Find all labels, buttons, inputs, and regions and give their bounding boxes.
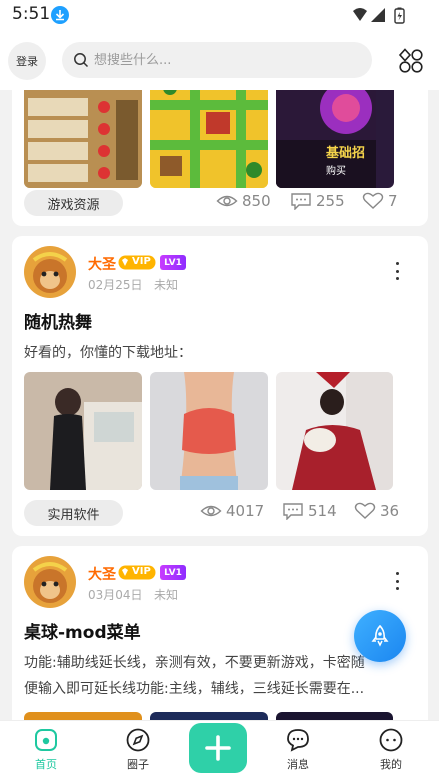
author-name[interactable]: 大圣 bbox=[88, 564, 116, 584]
level-badge: LV1 bbox=[160, 255, 186, 270]
login-button[interactable]: 登录 bbox=[8, 42, 46, 80]
view-count: 850 bbox=[216, 192, 271, 210]
bottom-nav: 首页 圈子 消息 我的 bbox=[0, 720, 439, 780]
plus-icon bbox=[205, 735, 231, 761]
eye-icon bbox=[200, 505, 222, 517]
nav-item-circle[interactable]: 圈子 bbox=[108, 727, 168, 777]
nav-item-profile[interactable]: 我的 bbox=[361, 727, 421, 777]
compass-icon bbox=[126, 728, 150, 752]
post-images: 基础招 购买 bbox=[24, 90, 394, 188]
post-image[interactable]: 基础招 购买 bbox=[276, 90, 394, 188]
add-post-button[interactable] bbox=[189, 723, 247, 773]
author-name[interactable]: 大圣 bbox=[88, 254, 116, 274]
post-title[interactable]: 随机热舞 bbox=[24, 308, 92, 333]
top-bar: 登录 bbox=[0, 30, 439, 90]
eye-icon bbox=[216, 195, 238, 207]
message-icon bbox=[287, 729, 309, 752]
system-status-icons bbox=[351, 6, 411, 24]
post-title[interactable]: 桌球-mod菜单 bbox=[24, 618, 141, 643]
post-images bbox=[24, 372, 393, 490]
nav-label: 我的 bbox=[380, 758, 402, 771]
comment-count-value: 514 bbox=[308, 502, 337, 520]
post-body-line[interactable]: 便输入即可延长线功能:主线，辅线，三线延长需要在... bbox=[24, 676, 416, 702]
post-body-line[interactable]: 功能:辅助线延长线，亲测有效，不要更新游戏，卡密随 bbox=[24, 650, 416, 676]
search-input[interactable] bbox=[94, 42, 364, 78]
post-location: 未知 bbox=[154, 588, 179, 602]
post-location: 未知 bbox=[154, 278, 179, 292]
nav-label: 首页 bbox=[35, 758, 57, 771]
post-date: 03月04日 bbox=[88, 588, 143, 602]
download-icon bbox=[51, 6, 69, 24]
vip-badge: VIP bbox=[118, 565, 156, 580]
view-count: 4017 bbox=[200, 502, 264, 520]
signal-icon bbox=[371, 8, 385, 22]
post-image[interactable] bbox=[150, 712, 268, 720]
post-image[interactable] bbox=[24, 712, 142, 720]
post-image[interactable] bbox=[150, 372, 268, 490]
home-icon bbox=[35, 729, 57, 751]
level-badge: LV1 bbox=[160, 565, 186, 580]
status-time: 5:51 bbox=[12, 4, 51, 24]
avatar[interactable] bbox=[24, 246, 76, 298]
post-image[interactable] bbox=[276, 712, 393, 720]
post-body[interactable]: 好看的，你懂的下载地址： bbox=[24, 340, 416, 366]
post-date: 02月25日 bbox=[88, 278, 143, 292]
comment-count[interactable]: 255 bbox=[290, 192, 345, 210]
vip-label: VIP bbox=[132, 256, 151, 267]
rocket-fab-button[interactable] bbox=[354, 610, 406, 662]
post-card[interactable]: 基础招 购买 游戏资源 850 255 7 bbox=[12, 90, 428, 226]
post-image[interactable] bbox=[276, 372, 393, 490]
comment-count-value: 255 bbox=[316, 192, 345, 210]
like-count[interactable]: 7 bbox=[362, 192, 398, 210]
like-count-value: 7 bbox=[388, 192, 398, 210]
more-options-icon[interactable] bbox=[392, 262, 402, 280]
more-options-icon[interactable] bbox=[392, 572, 402, 590]
nav-label: 消息 bbox=[287, 758, 309, 771]
wifi-icon bbox=[353, 8, 367, 21]
search-icon bbox=[72, 51, 90, 69]
post-tag[interactable]: 游戏资源 bbox=[24, 190, 123, 216]
nav-item-home[interactable]: 首页 bbox=[16, 727, 76, 777]
thumb-caption: 基础招 bbox=[326, 146, 366, 161]
apps-grid-icon[interactable] bbox=[398, 48, 424, 74]
view-count-value: 4017 bbox=[226, 502, 265, 520]
status-bar: 5:51 bbox=[0, 0, 439, 30]
post-image[interactable] bbox=[150, 90, 268, 188]
post-card[interactable]: 大圣 VIP LV1 02月25日 未知 随机热舞 好看的，你懂的下载地址： 实… bbox=[12, 236, 428, 536]
profile-icon bbox=[379, 728, 403, 752]
vip-label: VIP bbox=[132, 566, 151, 577]
nav-item-messages[interactable]: 消息 bbox=[268, 727, 328, 777]
post-tag[interactable]: 实用软件 bbox=[24, 500, 123, 526]
comment-count[interactable]: 514 bbox=[282, 502, 337, 520]
heart-icon bbox=[362, 192, 384, 209]
like-count-value: 36 bbox=[380, 502, 400, 520]
view-count-value: 850 bbox=[242, 192, 271, 210]
vip-badge: VIP bbox=[118, 255, 156, 270]
thumb-caption-small: 购买 bbox=[326, 166, 346, 177]
rocket-icon bbox=[371, 624, 389, 647]
comment-icon bbox=[283, 503, 303, 520]
heart-icon bbox=[354, 502, 376, 519]
nav-label: 圈子 bbox=[127, 758, 149, 771]
post-images bbox=[24, 712, 393, 720]
avatar[interactable] bbox=[24, 556, 76, 608]
post-image[interactable] bbox=[24, 90, 142, 188]
like-count[interactable]: 36 bbox=[354, 502, 399, 520]
comment-icon bbox=[291, 193, 311, 210]
search-box[interactable] bbox=[62, 42, 372, 78]
post-image[interactable] bbox=[24, 372, 142, 490]
